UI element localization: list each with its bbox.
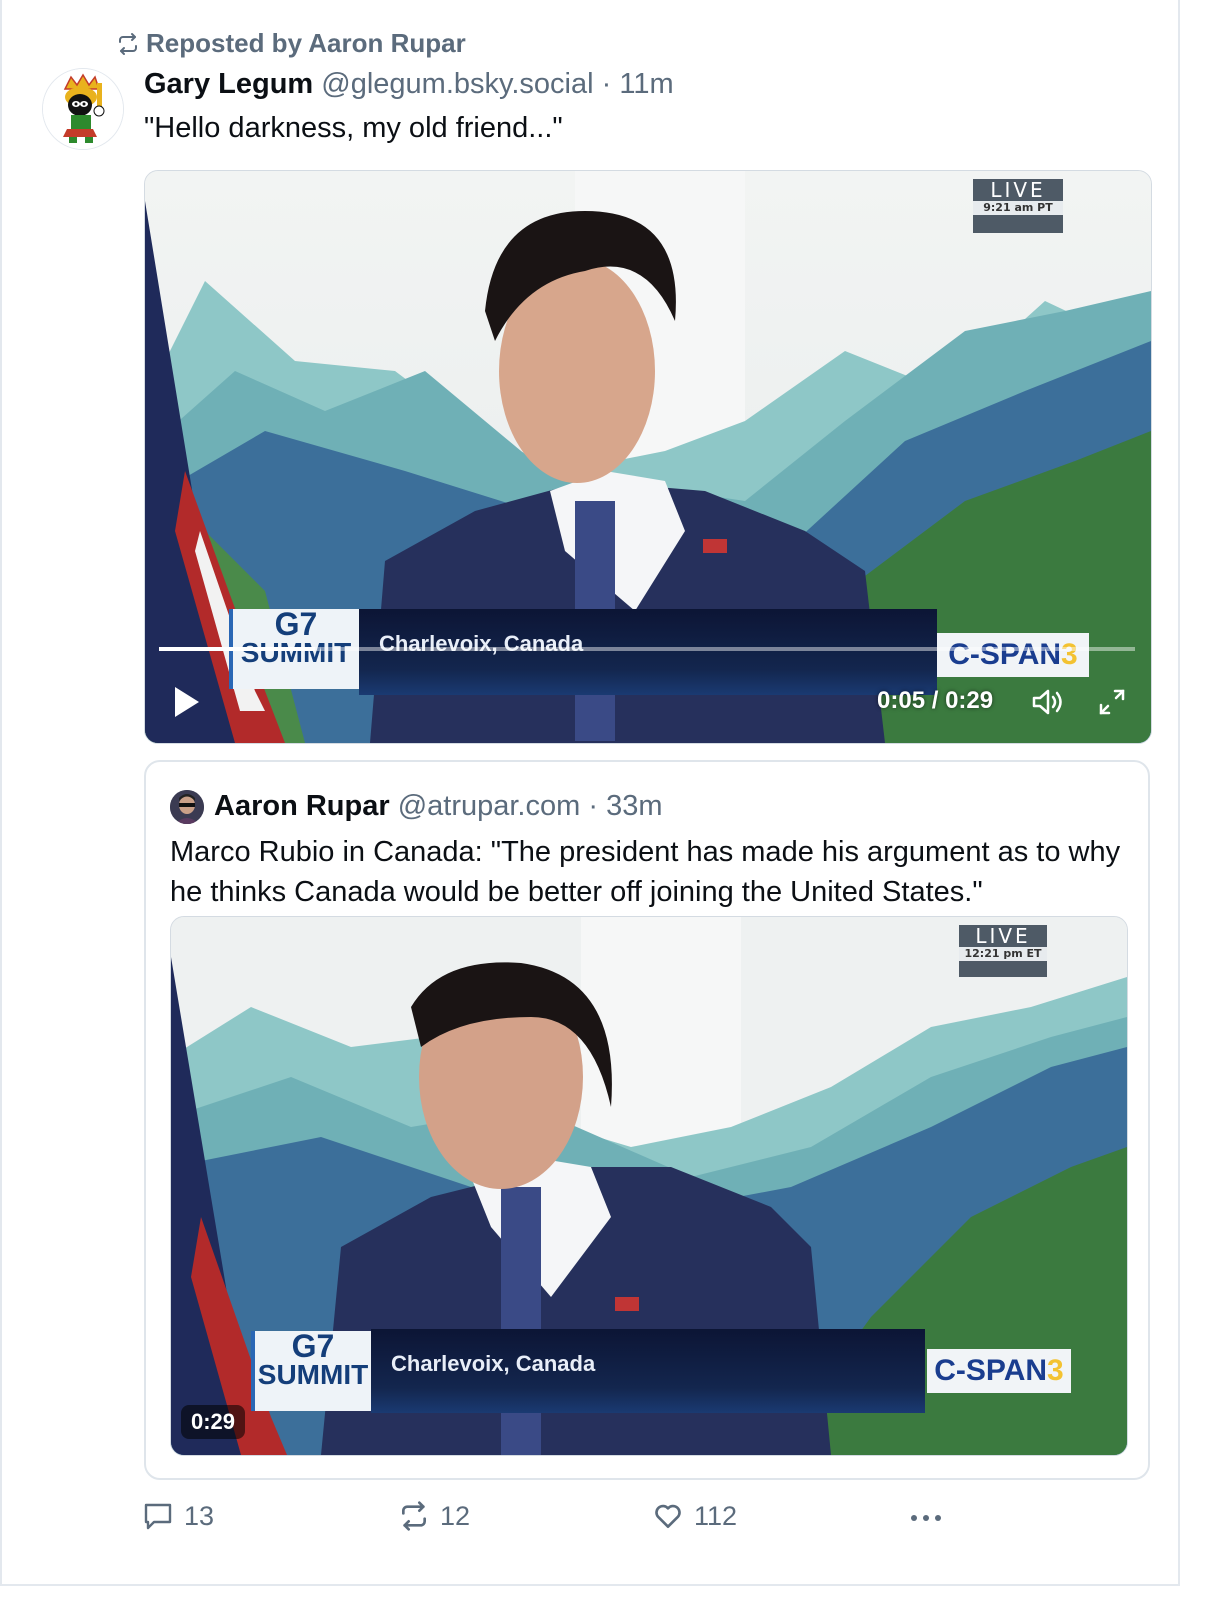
live-label: LIVE: [975, 924, 1031, 948]
summit-text: SUMMIT: [240, 637, 352, 668]
location-lower-third: Charlevoix, Canada: [359, 609, 937, 695]
g7-text: G7: [274, 606, 318, 642]
quote-video-player[interactable]: LIVE 12:21 pm ET G7 SUMMIT Charlevoix, C…: [170, 916, 1128, 1456]
separator: ·: [601, 68, 612, 100]
action-bar: 13 12 112: [142, 1500, 962, 1540]
play-icon[interactable]: [173, 685, 201, 719]
more-options-button[interactable]: [906, 1500, 946, 1532]
reply-count: 13: [184, 1500, 215, 1531]
post-text: "Hello darkness, my old friend...": [144, 112, 563, 144]
marvin-avatar-icon: [43, 69, 123, 149]
current-time: 0:05: [877, 687, 926, 714]
quote-time[interactable]: 33m: [606, 790, 662, 822]
repost-icon: [119, 32, 137, 55]
post-card[interactable]: Reposted by Aaron Rupar Gary Legum @gleg…: [0, 0, 1180, 1586]
aaron-avatar-icon: [170, 790, 204, 824]
video-duration: 0:29: [945, 687, 994, 714]
more-icon: [911, 1515, 941, 1521]
repost-button[interactable]: 12: [398, 1500, 470, 1532]
quote-author-name[interactable]: Aaron Rupar: [214, 790, 390, 822]
g7-summit-logo: G7 SUMMIT: [251, 1328, 371, 1411]
reply-icon: [144, 1503, 172, 1530]
author-handle[interactable]: @glegum.bsky.social: [321, 68, 593, 100]
author-name[interactable]: Gary Legum: [144, 68, 313, 100]
live-time: 12:21 pm ET: [959, 947, 1047, 961]
location-lower-third: Charlevoix, Canada: [371, 1329, 925, 1413]
location-text: Charlevoix, Canada: [379, 631, 584, 656]
repost-indicator[interactable]: Reposted by Aaron Rupar: [116, 28, 466, 59]
repost-icon: [402, 1501, 426, 1531]
repost-label: Reposted by Aaron Rupar: [146, 28, 466, 58]
live-badge: LIVE 12:21 pm ET: [959, 925, 1047, 977]
post-header: Gary Legum @glegum.bsky.social · 11m: [144, 68, 674, 101]
progress-bar[interactable]: [159, 647, 1135, 651]
reply-button[interactable]: 13: [142, 1500, 214, 1532]
location-text: Charlevoix, Canada: [391, 1351, 596, 1376]
post-time[interactable]: 11m: [619, 68, 673, 100]
live-time: 9:21 am PT: [973, 201, 1063, 215]
quote-author-avatar[interactable]: [170, 790, 204, 824]
duration-badge: 0:29: [181, 1405, 246, 1439]
quoted-post[interactable]: Aaron Rupar @atrupar.com · 33m Marco Rub…: [144, 760, 1150, 1480]
live-label: LIVE: [990, 178, 1046, 202]
cspan-logo: C-SPAN3: [937, 633, 1089, 677]
main-video-player[interactable]: LIVE 9:21 am PT G7 SUMMIT Charlevoix, Ca…: [144, 170, 1152, 744]
heart-icon: [655, 1504, 681, 1528]
like-count: 112: [694, 1500, 738, 1531]
fullscreen-icon[interactable]: [1097, 687, 1127, 717]
quote-header: Aaron Rupar @atrupar.com · 33m: [214, 790, 663, 823]
live-badge: LIVE 9:21 am PT: [973, 179, 1063, 233]
separator: ·: [588, 790, 599, 822]
quote-author-handle[interactable]: @atrupar.com: [398, 790, 581, 822]
summit-text: SUMMIT: [257, 1359, 369, 1390]
progress-fill: [159, 647, 316, 651]
cspan-logo: C-SPAN3: [927, 1349, 1071, 1393]
quote-text: Marco Rubio in Canada: "The president ha…: [170, 836, 1121, 908]
like-button[interactable]: 112: [652, 1500, 737, 1532]
repost-count: 12: [440, 1500, 471, 1531]
author-avatar[interactable]: [42, 68, 124, 150]
volume-icon[interactable]: [1031, 687, 1067, 717]
video-timecode: 0:05 / 0:29: [877, 687, 994, 714]
g7-text: G7: [291, 1328, 335, 1364]
